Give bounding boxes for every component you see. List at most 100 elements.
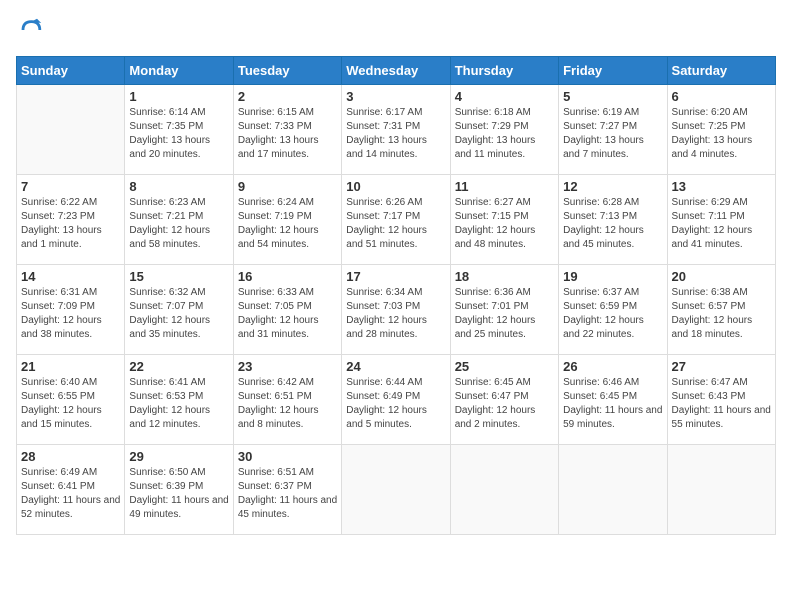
day-number: 30 [238,449,337,464]
day-number: 13 [672,179,771,194]
day-number: 25 [455,359,554,374]
calendar-cell [559,445,667,535]
calendar-cell: 15 Sunrise: 6:32 AMSunset: 7:07 PMDayligh… [125,265,233,355]
day-info: Sunrise: 6:38 AMSunset: 6:57 PMDaylight:… [672,286,771,342]
day-info: Sunrise: 6:50 AMSunset: 6:39 PMDaylight:… [129,466,228,522]
day-info: Sunrise: 6:20 AMSunset: 7:25 PMDaylight:… [672,106,771,162]
calendar-cell: 8 Sunrise: 6:23 AMSunset: 7:21 PMDaylight… [125,175,233,265]
day-number: 12 [563,179,662,194]
day-info: Sunrise: 6:36 AMSunset: 7:01 PMDaylight:… [455,286,554,342]
day-number: 3 [346,89,445,104]
calendar-header: SundayMondayTuesdayWednesdayThursdayFrid… [17,57,776,85]
header-row: SundayMondayTuesdayWednesdayThursdayFrid… [17,57,776,85]
calendar-cell: 23Sunrise: 6:42 AMSunset: 6:51 PMDayligh… [233,355,341,445]
calendar-cell: 12 Sunrise: 6:28 AMSunset: 7:13 PMDayligh… [559,175,667,265]
day-number: 23 [238,359,337,374]
calendar-cell: 28 Sunrise: 6:49 AMSunset: 6:41 PMDayligh… [17,445,125,535]
header-day-friday: Friday [559,57,667,85]
calendar-cell: 3 Sunrise: 6:17 AMSunset: 7:31 PMDaylight… [342,85,450,175]
day-number: 28 [21,449,120,464]
calendar-cell: 2Sunrise: 6:15 AMSunset: 7:33 PMDaylight… [233,85,341,175]
day-number: 17 [346,269,445,284]
day-number: 8 [129,179,228,194]
day-info: Sunrise: 6:40 AMSunset: 6:55 PMDaylight:… [21,376,120,432]
header-day-thursday: Thursday [450,57,558,85]
calendar-cell: 10 Sunrise: 6:26 AMSunset: 7:17 PMDayligh… [342,175,450,265]
calendar-cell: 1 Sunrise: 6:14 AMSunset: 7:35 PMDaylight… [125,85,233,175]
calendar-cell: 7 Sunrise: 6:22 AMSunset: 7:23 PMDaylight… [17,175,125,265]
week-row-4: 28 Sunrise: 6:49 AMSunset: 6:41 PMDayligh… [17,445,776,535]
day-info: Sunrise: 6:28 AMSunset: 7:13 PMDaylight:… [563,196,662,252]
day-info: Sunrise: 6:51 AMSunset: 6:37 PMDaylight:… [238,466,337,522]
day-number: 10 [346,179,445,194]
day-number: 16 [238,269,337,284]
day-info: Sunrise: 6:17 AMSunset: 7:31 PMDaylight:… [346,106,445,162]
week-row-3: 21 Sunrise: 6:40 AMSunset: 6:55 PMDayligh… [17,355,776,445]
day-info: Sunrise: 6:23 AMSunset: 7:21 PMDaylight:… [129,196,228,252]
day-number: 9 [238,179,337,194]
day-number: 7 [21,179,120,194]
day-number: 22 [129,359,228,374]
calendar-table: SundayMondayTuesdayWednesdayThursdayFrid… [16,56,776,535]
day-number: 29 [129,449,228,464]
day-info: Sunrise: 6:19 AMSunset: 7:27 PMDaylight:… [563,106,662,162]
calendar-cell: 18 Sunrise: 6:36 AMSunset: 7:01 PMDayligh… [450,265,558,355]
calendar-cell: 13Sunrise: 6:29 AMSunset: 7:11 PMDayligh… [667,175,775,265]
week-row-2: 14 Sunrise: 6:31 AMSunset: 7:09 PMDayligh… [17,265,776,355]
day-info: Sunrise: 6:47 AMSunset: 6:43 PMDaylight:… [672,376,771,432]
calendar-cell: 29 Sunrise: 6:50 AMSunset: 6:39 PMDayligh… [125,445,233,535]
day-info: Sunrise: 6:32 AMSunset: 7:07 PMDaylight:… [129,286,228,342]
day-info: Sunrise: 6:14 AMSunset: 7:35 PMDaylight:… [129,106,228,162]
page-header [16,16,776,44]
calendar-cell: 4Sunrise: 6:18 AMSunset: 7:29 PMDaylight… [450,85,558,175]
calendar-cell: 20 Sunrise: 6:38 AMSunset: 6:57 PMDayligh… [667,265,775,355]
calendar-cell: 22 Sunrise: 6:41 AMSunset: 6:53 PMDayligh… [125,355,233,445]
calendar-body: 1 Sunrise: 6:14 AMSunset: 7:35 PMDaylight… [17,85,776,535]
week-row-0: 1 Sunrise: 6:14 AMSunset: 7:35 PMDaylight… [17,85,776,175]
calendar-cell: 17 Sunrise: 6:34 AMSunset: 7:03 PMDayligh… [342,265,450,355]
calendar-cell: 19Sunrise: 6:37 AMSunset: 6:59 PMDayligh… [559,265,667,355]
calendar-cell: 16 Sunrise: 6:33 AMSunset: 7:05 PMDayligh… [233,265,341,355]
day-number: 2 [238,89,337,104]
calendar-cell [450,445,558,535]
day-number: 14 [21,269,120,284]
day-number: 24 [346,359,445,374]
week-row-1: 7 Sunrise: 6:22 AMSunset: 7:23 PMDaylight… [17,175,776,265]
day-info: Sunrise: 6:24 AMSunset: 7:19 PMDaylight:… [238,196,337,252]
day-info: Sunrise: 6:33 AMSunset: 7:05 PMDaylight:… [238,286,337,342]
day-info: Sunrise: 6:46 AMSunset: 6:45 PMDaylight:… [563,376,662,432]
day-number: 18 [455,269,554,284]
day-info: Sunrise: 6:49 AMSunset: 6:41 PMDaylight:… [21,466,120,522]
calendar-cell: 11Sunrise: 6:27 AMSunset: 7:15 PMDayligh… [450,175,558,265]
header-day-wednesday: Wednesday [342,57,450,85]
calendar-cell: 25Sunrise: 6:45 AMSunset: 6:47 PMDayligh… [450,355,558,445]
logo [16,16,48,44]
day-number: 21 [21,359,120,374]
calendar-cell: 30 Sunrise: 6:51 AMSunset: 6:37 PMDayligh… [233,445,341,535]
day-number: 26 [563,359,662,374]
header-day-sunday: Sunday [17,57,125,85]
day-info: Sunrise: 6:22 AMSunset: 7:23 PMDaylight:… [21,196,120,252]
calendar-cell [17,85,125,175]
calendar-cell: 6Sunrise: 6:20 AMSunset: 7:25 PMDaylight… [667,85,775,175]
calendar-cell: 27 Sunrise: 6:47 AMSunset: 6:43 PMDayligh… [667,355,775,445]
day-info: Sunrise: 6:41 AMSunset: 6:53 PMDaylight:… [129,376,228,432]
day-info: Sunrise: 6:18 AMSunset: 7:29 PMDaylight:… [455,106,554,162]
calendar-cell: 24 Sunrise: 6:44 AMSunset: 6:49 PMDayligh… [342,355,450,445]
header-day-monday: Monday [125,57,233,85]
calendar-cell: 14 Sunrise: 6:31 AMSunset: 7:09 PMDayligh… [17,265,125,355]
day-info: Sunrise: 6:44 AMSunset: 6:49 PMDaylight:… [346,376,445,432]
day-info: Sunrise: 6:31 AMSunset: 7:09 PMDaylight:… [21,286,120,342]
day-number: 20 [672,269,771,284]
header-day-saturday: Saturday [667,57,775,85]
day-number: 15 [129,269,228,284]
header-day-tuesday: Tuesday [233,57,341,85]
day-info: Sunrise: 6:26 AMSunset: 7:17 PMDaylight:… [346,196,445,252]
day-number: 1 [129,89,228,104]
day-info: Sunrise: 6:34 AMSunset: 7:03 PMDaylight:… [346,286,445,342]
calendar-cell: 26 Sunrise: 6:46 AMSunset: 6:45 PMDayligh… [559,355,667,445]
day-number: 27 [672,359,771,374]
calendar-cell: 9 Sunrise: 6:24 AMSunset: 7:19 PMDaylight… [233,175,341,265]
day-number: 19 [563,269,662,284]
calendar-cell: 5Sunrise: 6:19 AMSunset: 7:27 PMDaylight… [559,85,667,175]
